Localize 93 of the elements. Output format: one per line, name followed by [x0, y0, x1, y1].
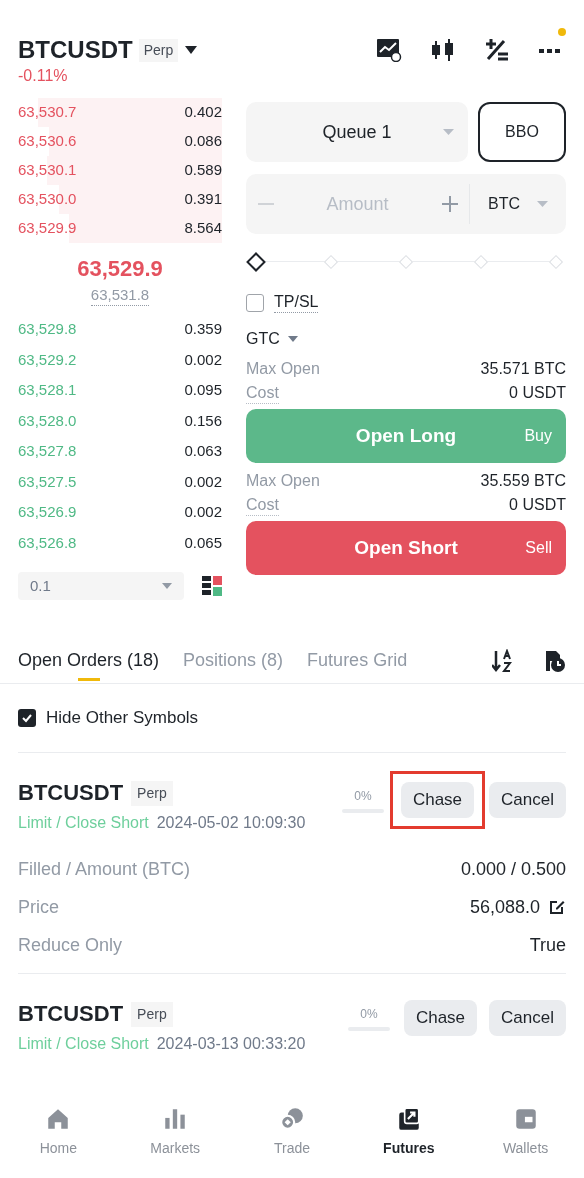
open-short-button[interactable]: Open Short Sell	[246, 521, 566, 575]
detail-value: 0.000 / 0.500	[460, 857, 566, 881]
detail-label: Reduce Only	[18, 933, 123, 957]
caret-icon	[287, 335, 298, 343]
bid-quantity: 0.359	[184, 319, 222, 339]
perp-tag: Perp	[131, 1001, 173, 1027]
symbol-title[interactable]: BTCUSDT	[18, 36, 133, 64]
max-open-value: 35.559 BTC	[480, 471, 566, 491]
cost-label: Cost	[246, 494, 279, 516]
checkmark-icon	[21, 712, 33, 724]
ask-quantity: 0.086	[184, 131, 222, 152]
ask-price[interactable]: 63,529.9	[18, 217, 77, 240]
max-open-label: Max Open	[246, 359, 320, 379]
ask-quantity: 0.589	[184, 160, 222, 181]
order-symbol: BTCUSDT	[18, 1000, 124, 1028]
order-time: 2024-03-13 00:33:20	[156, 1034, 306, 1054]
caret-icon	[537, 200, 548, 208]
order-time: 2024-05-02 10:09:30	[156, 813, 306, 833]
order-type: Limit / Close Short	[18, 1034, 149, 1054]
last-price: 63,529.9	[77, 255, 163, 283]
checkbox[interactable]	[18, 709, 36, 727]
bid-price[interactable]: 63,527.5	[18, 470, 77, 493]
bid-price[interactable]: 63,526.8	[18, 531, 77, 554]
chase-button[interactable]: Chase	[400, 782, 475, 818]
plus-icon[interactable]	[441, 195, 459, 213]
checkbox[interactable]	[246, 293, 264, 312]
order-symbol: BTCUSDT	[18, 779, 124, 807]
caret-icon	[162, 582, 172, 590]
fill-percent: 0%	[360, 1006, 378, 1023]
ask-quantity: 8.564	[184, 218, 222, 239]
bid-price[interactable]: 63,527.8	[18, 440, 77, 463]
price-change: -0.11%	[18, 66, 69, 86]
nav-item[interactable]: Home	[0, 1106, 117, 1159]
ask-quantity: 0.402	[184, 102, 222, 123]
bid-quantity: 0.063	[184, 441, 222, 461]
bid-price[interactable]: 63,528.1	[18, 379, 77, 402]
orders-tab[interactable]: Open Orders (18)	[18, 638, 160, 683]
max-open-label: Max Open	[246, 471, 320, 491]
caret-icon	[443, 128, 454, 136]
plus-minus-icon[interactable]	[484, 38, 510, 62]
bid-price[interactable]: 63,529.8	[18, 318, 77, 341]
bid-quantity: 0.002	[184, 349, 222, 370]
perp-tag: Perp	[131, 780, 173, 806]
orders-tab[interactable]: Futures Grid	[307, 638, 408, 683]
bid-quantity: 0.002	[184, 471, 222, 492]
detail-value: 56,088.0	[469, 895, 540, 919]
order-type: Limit / Close Short	[18, 813, 149, 833]
cancel-button[interactable]: Cancel	[489, 1000, 566, 1036]
perp-tag: Perp	[138, 38, 179, 62]
mark-price: 63,531.8	[90, 285, 150, 306]
nav-item[interactable]: Futures	[350, 1106, 468, 1159]
chart-icon[interactable]	[376, 38, 402, 62]
orders-tab[interactable]: Positions (8)	[183, 638, 284, 683]
nav-item[interactable]: Wallets	[467, 1106, 584, 1159]
bid-quantity: 0.095	[184, 380, 222, 400]
order-type-dropdown[interactable]: Queue 1	[246, 102, 468, 162]
detail-label: Price	[18, 895, 59, 919]
ask-price[interactable]: 63,530.0	[18, 188, 77, 211]
bid-quantity: 0.065	[184, 532, 222, 553]
ask-price[interactable]: 63,530.6	[18, 130, 77, 153]
nav-item[interactable]: Trade	[233, 1106, 351, 1159]
open-long-button[interactable]: Open Long Buy	[246, 409, 566, 463]
nav-item[interactable]: Markets	[116, 1106, 234, 1159]
ask-quantity: 0.391	[184, 189, 222, 210]
sort-icon[interactable]	[492, 648, 514, 673]
candlestick-icon[interactable]	[430, 38, 456, 62]
cost-value: 0 USDT	[509, 383, 566, 403]
bid-price[interactable]: 63,528.0	[18, 409, 77, 432]
layout-icon[interactable]	[202, 575, 222, 597]
chase-button[interactable]: Chase	[403, 1000, 478, 1036]
edit-icon[interactable]	[548, 898, 566, 916]
hide-other-label[interactable]: Hide Other Symbols	[46, 705, 199, 731]
bid-price[interactable]: 63,526.9	[18, 501, 77, 524]
detail-label: Filled / Amount (BTC)	[18, 857, 191, 881]
detail-value: True	[529, 933, 566, 957]
cost-label: Cost	[246, 382, 279, 404]
time-in-force-dropdown[interactable]: GTC	[246, 327, 298, 351]
cost-value: 0 USDT	[509, 495, 566, 515]
ask-price[interactable]: 63,530.7	[18, 101, 77, 124]
bid-quantity: 0.156	[184, 410, 222, 431]
amount-field[interactable]: Amount BTC	[246, 174, 566, 234]
cancel-button[interactable]: Cancel	[489, 782, 566, 818]
bbo-button[interactable]: BBO	[478, 102, 566, 162]
ask-price[interactable]: 63,530.1	[18, 159, 77, 182]
tpsl-label[interactable]: TP/SL	[274, 292, 319, 313]
history-icon[interactable]	[544, 648, 566, 673]
max-open-value: 35.571 BTC	[480, 359, 566, 379]
precision-dropdown[interactable]: 0.1	[18, 572, 184, 600]
fill-percent: 0%	[354, 788, 372, 805]
bid-quantity: 0.002	[184, 502, 222, 522]
caret-icon[interactable]	[184, 45, 199, 55]
unit-dropdown[interactable]: BTC	[470, 192, 566, 216]
bid-price[interactable]: 63,529.2	[18, 348, 77, 371]
